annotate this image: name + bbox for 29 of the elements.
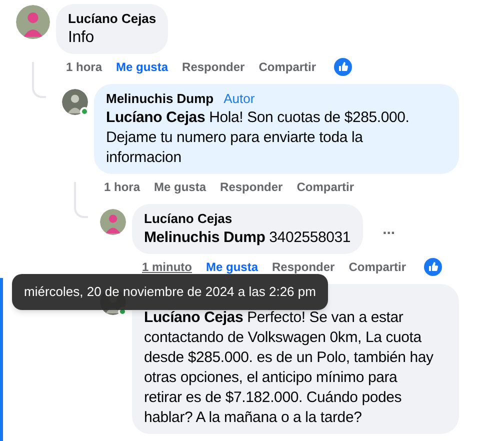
more-options-button[interactable]: ...	[382, 222, 396, 236]
comment-text: Lucíano Cejas Hola! Son cuotas de $285.000. Dejame tu numero para enviarte toda la informacion	[106, 108, 410, 168]
author-name[interactable]: Melinuchis Dump	[106, 90, 214, 108]
timestamp-link[interactable]: 1 hora	[104, 178, 140, 196]
reply-link[interactable]: Responder	[182, 58, 245, 76]
avatar[interactable]	[62, 89, 88, 115]
thread-line	[32, 62, 46, 98]
author-role-label: Autor	[224, 90, 255, 108]
like-link[interactable]: Me gusta	[116, 58, 168, 76]
author-name[interactable]: Lucíano Cejas	[144, 210, 232, 228]
avatar[interactable]	[100, 209, 126, 235]
timestamp-link[interactable]: 1 hora	[66, 58, 102, 76]
share-link[interactable]: Compartir	[296, 178, 354, 196]
share-link[interactable]: Compartir	[348, 258, 406, 276]
share-link[interactable]: Compartir	[258, 58, 316, 76]
reply-link[interactable]: Responder	[220, 178, 283, 196]
reply-link[interactable]: Responder	[272, 258, 335, 276]
like-link[interactable]: Me gusta	[206, 258, 258, 276]
date-tooltip: miércoles, 20 de noviembre de 2024 a las 2:26 pm	[12, 274, 328, 310]
comment-text: Info	[68, 28, 95, 48]
author-name[interactable]: Lucíano Cejas	[68, 10, 156, 28]
comment-text: Melinuchis Dump 3402558031	[144, 228, 351, 248]
thread-line	[74, 182, 88, 218]
like-reaction-icon[interactable]	[424, 258, 442, 276]
like-reaction-icon[interactable]	[334, 58, 352, 76]
comment-text: Lucíano Cejas Perfecto! Se van a estar contactando de Volkswagen 0km, La cuota desde $285.000. es de un Polo, también hay otras opciones, el anticipo mínimo para retirar es de $7.182.000. Cuándo podes hablar? A la mañana o a la tarde?	[144, 308, 434, 428]
avatar[interactable]	[16, 5, 50, 39]
timestamp-link[interactable]: 1 minuto	[142, 258, 192, 276]
like-link[interactable]: Me gusta	[154, 178, 206, 196]
